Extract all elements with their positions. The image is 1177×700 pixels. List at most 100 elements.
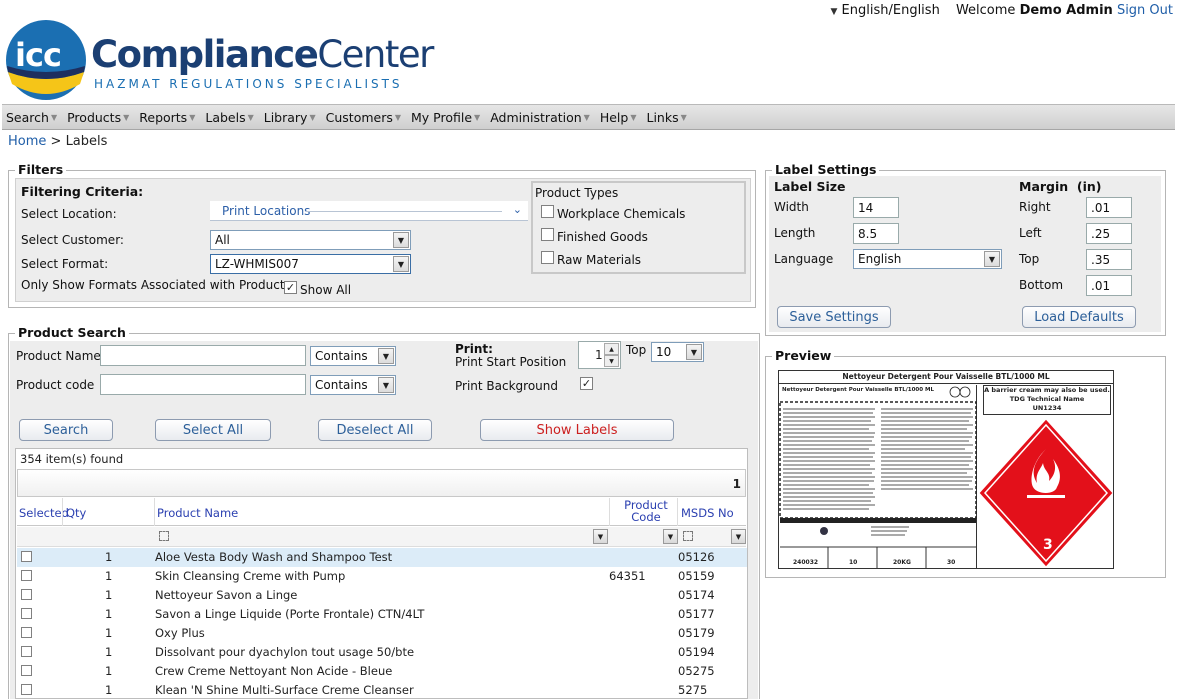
customer-select[interactable]: All ▼: [210, 230, 411, 250]
table-row[interactable]: 1 Klean 'N Shine Multi-Surface Creme Clea…: [17, 681, 747, 700]
print-background-checkbox[interactable]: ✓: [580, 377, 593, 390]
top-select[interactable]: 10 ▼: [651, 342, 704, 362]
raw-materials-checkbox[interactable]: [541, 251, 554, 264]
table-row[interactable]: 1 Nettoyeur Savon a Linge 05174: [17, 586, 747, 605]
table-row[interactable]: 1 Dissolvant pour dyachylon tout usage 50…: [17, 643, 747, 662]
filter-dropdown-icon[interactable]: ▼: [663, 529, 678, 544]
filter-dropdown-icon[interactable]: ▼: [731, 529, 746, 544]
grid-pager: 1: [17, 469, 746, 497]
filter-icon[interactable]: [159, 531, 169, 541]
row-qty: 1: [105, 664, 113, 678]
menu-arrow-icon: ▼: [583, 112, 590, 122]
top-header: ▼ English/English Welcome Demo Admin Sig…: [830, 3, 1173, 18]
length-input[interactable]: [853, 223, 899, 244]
stepper-down-icon[interactable]: ▼: [604, 355, 619, 367]
select-customer-label: Select Customer:: [21, 233, 124, 247]
col-divider: [677, 498, 678, 526]
menu-help[interactable]: Help ▼: [600, 110, 637, 125]
row-select-checkbox[interactable]: [21, 684, 32, 695]
format-select[interactable]: LZ-WHMIS007 ▼: [210, 254, 411, 274]
product-name-input[interactable]: [100, 345, 306, 366]
table-row[interactable]: 1 Oxy Plus 05179: [17, 624, 747, 643]
row-select-checkbox[interactable]: [21, 570, 32, 581]
row-product-name: Klean 'N Shine Multi-Surface Creme Clean…: [155, 683, 414, 697]
menu-labels[interactable]: Labels ▼: [205, 110, 253, 125]
filter-dropdown-icon[interactable]: ▼: [593, 529, 608, 544]
margin-left-input[interactable]: [1086, 223, 1132, 244]
print-title: Print:: [455, 342, 493, 356]
filter-icon[interactable]: [683, 531, 693, 541]
row-select-checkbox[interactable]: [21, 608, 32, 619]
margin-top-input[interactable]: [1086, 249, 1132, 270]
filtering-criteria-title: Filtering Criteria:: [21, 184, 144, 199]
row-select-checkbox[interactable]: [21, 589, 32, 600]
language-selector[interactable]: ▼ English/English: [830, 3, 939, 18]
load-defaults-button[interactable]: Load Defaults: [1022, 306, 1136, 328]
menu-library[interactable]: Library ▼: [264, 110, 316, 125]
margin-bottom-label: Bottom: [1019, 278, 1064, 292]
deselect-all-button[interactable]: Deselect All: [318, 419, 432, 441]
row-select-checkbox[interactable]: [21, 646, 32, 657]
menu-search[interactable]: Search ▼: [6, 110, 57, 125]
table-row[interactable]: 1 Aloe Vesta Body Wash and Shampoo Test 05…: [17, 548, 747, 567]
welcome-text: Welcome: [955, 3, 1016, 18]
table-row[interactable]: 1 Savon a Linge Liquide (Porte Frontale) …: [17, 605, 747, 624]
product-name-label: Product Name: [16, 349, 101, 363]
row-select-checkbox[interactable]: [21, 665, 32, 676]
main-menu: Search ▼ Products ▼ Reports ▼ Labels ▼ Library ▼ C…: [2, 104, 1175, 130]
col-product-code[interactable]: Product Code: [616, 499, 676, 523]
row-select-checkbox[interactable]: [21, 627, 32, 638]
row-msds-no: 5275: [678, 683, 708, 697]
logo-name: ComplianceCenter: [91, 33, 434, 76]
preview-info-box: A barrier cream may also be used. TDG Te…: [983, 385, 1111, 415]
sign-out-link[interactable]: Sign Out: [1117, 3, 1173, 18]
finished-goods-label: Finished Goods: [557, 230, 648, 244]
menu-links[interactable]: Links ▼: [646, 110, 686, 125]
pager-page-number[interactable]: 1: [733, 477, 741, 491]
menu-arrow-icon: ▼: [680, 112, 687, 122]
breadcrumb-home[interactable]: Home: [8, 134, 46, 149]
table-row[interactable]: 1 Crew Creme Nettoyant Non Acide - Bleue 0…: [17, 662, 747, 681]
row-msds-no: 05177: [678, 607, 715, 621]
operator-value: Contains: [315, 378, 368, 392]
menu-arrow-icon: ▼: [50, 112, 58, 122]
grid-header-row: Selected Qty Product Name Product Code M…: [17, 498, 746, 526]
row-qty: 1: [105, 550, 113, 564]
menu-my-profile[interactable]: My Profile ▼: [411, 110, 480, 125]
preview-footer-value: 20KG: [893, 559, 911, 566]
menu-products[interactable]: Products ▼: [67, 110, 129, 125]
menu-customers[interactable]: Customers ▼: [326, 110, 401, 125]
location-dropdown[interactable]: Print Locations ⌄: [210, 201, 528, 221]
product-name-operator-select[interactable]: Contains ▼: [310, 346, 396, 366]
label-size-title: Label Size: [774, 179, 846, 194]
product-code-input[interactable]: [100, 374, 306, 395]
workplace-chemicals-label: Workplace Chemicals: [557, 207, 686, 221]
menu-arrow-icon: ▼: [123, 112, 130, 122]
width-input[interactable]: [853, 197, 899, 218]
breadcrumb-separator: >: [46, 134, 66, 149]
select-all-button[interactable]: Select All: [155, 419, 271, 441]
search-button[interactable]: Search: [19, 419, 113, 441]
logo-tagline: HAZMAT REGULATIONS SPECIALISTS: [94, 77, 403, 91]
show-labels-button[interactable]: Show Labels: [480, 419, 674, 441]
col-product-name[interactable]: Product Name: [157, 506, 238, 520]
col-msds-no[interactable]: MSDS No: [681, 506, 734, 520]
show-all-checkbox[interactable]: ✓: [284, 281, 297, 294]
row-select-checkbox[interactable]: [21, 551, 32, 562]
workplace-chemicals-checkbox[interactable]: [541, 205, 554, 218]
stepper-up-icon[interactable]: ▲: [604, 343, 619, 355]
start-position-stepper[interactable]: 1 ▲ ▼: [578, 341, 621, 369]
save-settings-button[interactable]: Save Settings: [777, 306, 891, 328]
col-qty[interactable]: Qty: [66, 506, 86, 520]
language-select[interactable]: English ▼: [853, 249, 1002, 269]
finished-goods-checkbox[interactable]: [541, 228, 554, 241]
menu-reports[interactable]: Reports ▼: [139, 110, 195, 125]
menu-label: Customers: [325, 109, 393, 125]
start-position-value: 1: [595, 348, 603, 362]
product-code-operator-select[interactable]: Contains ▼: [310, 375, 396, 395]
menu-administration[interactable]: Administration ▼: [490, 110, 590, 125]
margin-bottom-input[interactable]: [1086, 275, 1132, 296]
table-row[interactable]: 1 Skin Cleansing Creme with Pump 64351 0515…: [17, 567, 747, 586]
margin-right-input[interactable]: [1086, 197, 1132, 218]
raw-materials-label: Raw Materials: [557, 253, 642, 267]
